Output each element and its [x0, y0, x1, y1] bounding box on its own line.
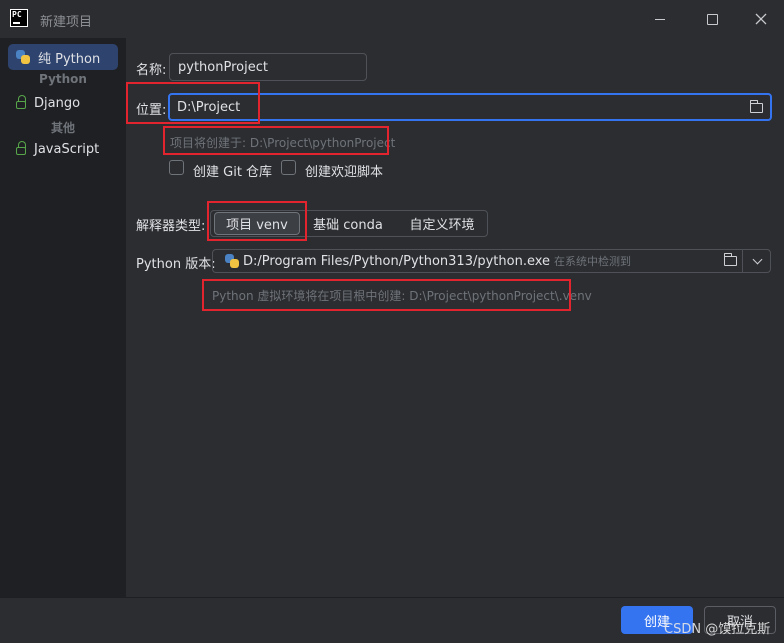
close-icon	[755, 13, 767, 25]
interpreter-option-base-conda[interactable]: 基础 conda	[305, 211, 391, 236]
python-detected-note: 在系统中检测到	[554, 255, 632, 268]
folder-icon[interactable]	[723, 253, 737, 266]
sidebar-item-django[interactable]: Django	[8, 90, 118, 116]
interpreter-option-custom-env[interactable]: 自定义环境	[397, 211, 487, 236]
maximize-button[interactable]	[692, 6, 732, 32]
close-button[interactable]	[741, 6, 781, 32]
interpreter-type-selector: 项目 venv 基础 conda 自定义环境	[210, 210, 488, 237]
python-version-combobox[interactable]: D:/Program Files/Python/Python313/python…	[212, 249, 771, 273]
project-name-input[interactable]: pythonProject	[169, 53, 367, 81]
sidebar-group-python: Python	[39, 72, 87, 86]
minimize-icon	[655, 18, 665, 20]
python-icon	[225, 254, 239, 268]
window-title: 新建项目	[40, 15, 93, 30]
location-hint: 项目将创建于: D:\Project\pythonProject	[170, 136, 396, 150]
sidebar-item-label: Django	[34, 95, 81, 111]
sidebar-group-other: 其他	[50, 121, 75, 135]
location-input[interactable]: D:\Project	[168, 93, 772, 121]
sidebar-item-javascript[interactable]: JavaScript	[8, 136, 118, 162]
python-path-value: D:/Program Files/Python/Python313/python…	[243, 254, 551, 269]
project-type-sidebar: 纯 Python Python Django 其他 JavaScript	[0, 38, 126, 597]
combo-divider	[742, 250, 743, 272]
name-label: 名称:	[136, 63, 167, 78]
create-welcome-script-label: 创建欢迎脚本	[305, 165, 384, 180]
watermark: CSDN @馍拉克斯	[664, 622, 771, 637]
lock-icon	[16, 141, 26, 155]
title-bar: PC 新建项目	[0, 0, 784, 38]
folder-icon[interactable]	[749, 100, 763, 113]
sidebar-item-pure-python[interactable]: 纯 Python	[8, 44, 118, 70]
sidebar-item-label: 纯 Python	[38, 51, 101, 67]
create-git-checkbox[interactable]	[169, 160, 184, 175]
interpreter-option-project-venv[interactable]: 项目 venv	[214, 212, 300, 235]
app-icon-text: PC	[12, 10, 22, 19]
python-version-label: Python 版本:	[136, 257, 216, 272]
chevron-down-icon[interactable]	[752, 254, 763, 265]
pycharm-logo-icon: PC	[10, 9, 28, 27]
minimize-button[interactable]	[640, 6, 680, 32]
venv-hint: Python 虚拟环境将在项目根中创建: D:\Project\pythonPr…	[212, 289, 592, 303]
create-git-label: 创建 Git 仓库	[193, 165, 273, 180]
create-welcome-script-checkbox[interactable]	[281, 160, 296, 175]
interpreter-type-label: 解释器类型:	[136, 219, 206, 234]
location-label: 位置:	[136, 103, 167, 118]
maximize-icon	[706, 13, 718, 25]
project-name-value: pythonProject	[178, 59, 268, 75]
location-value: D:\Project	[177, 99, 241, 115]
python-icon	[16, 50, 30, 64]
lock-icon	[16, 95, 26, 109]
sidebar-item-label: JavaScript	[34, 141, 100, 157]
